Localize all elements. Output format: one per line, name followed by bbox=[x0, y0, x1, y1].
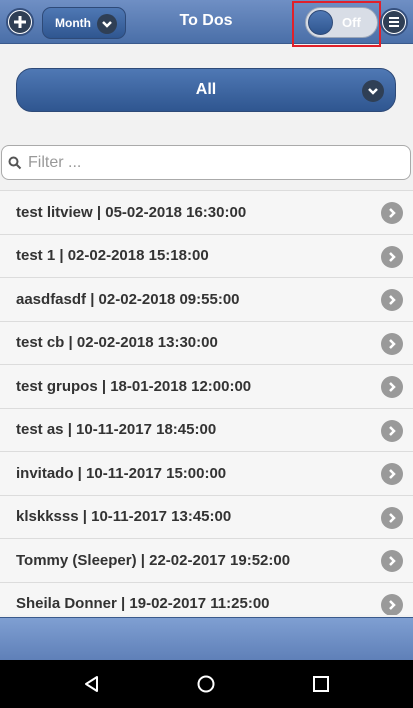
back-icon[interactable] bbox=[80, 672, 104, 696]
filter-input[interactable] bbox=[28, 147, 403, 178]
list-item-label: test cb | 02-02-2018 13:30:00 bbox=[16, 334, 218, 352]
list-item[interactable]: test litview | 05-02-2018 16:30:00 bbox=[0, 190, 413, 234]
list-item[interactable]: Tommy (Sleeper) | 22-02-2017 19:52:00 bbox=[0, 538, 413, 582]
chevron-right-icon bbox=[381, 376, 403, 398]
period-select[interactable]: Month bbox=[42, 7, 126, 39]
todo-list: test litview | 05-02-2018 16:30:00 test … bbox=[0, 190, 413, 615]
toggle-knob[interactable] bbox=[308, 10, 333, 35]
page-title: To Dos bbox=[179, 12, 233, 29]
chevron-right-icon bbox=[381, 463, 403, 485]
list-item-label: Tommy (Sleeper) | 22-02-2017 19:52:00 bbox=[16, 551, 291, 569]
home-icon[interactable] bbox=[194, 672, 218, 696]
list-item[interactable]: test 1 | 02-02-2018 15:18:00 bbox=[0, 233, 413, 277]
chevron-down-icon bbox=[97, 14, 117, 34]
app-footer bbox=[0, 617, 413, 660]
list-item-label: klskksss | 10-11-2017 13:45:00 bbox=[16, 508, 232, 526]
chevron-right-icon bbox=[381, 289, 403, 311]
on-off-toggle[interactable]: Off bbox=[305, 7, 378, 38]
menu-icon bbox=[383, 11, 405, 33]
list-item-label: invitado | 10-11-2017 15:00:00 bbox=[16, 464, 227, 482]
app-header: Month To Dos Off bbox=[0, 0, 413, 47]
list-item-label: test 1 | 02-02-2018 15:18:00 bbox=[16, 247, 209, 265]
list-item[interactable]: klskksss | 10-11-2017 13:45:00 bbox=[0, 494, 413, 538]
period-select-label: Month bbox=[55, 16, 91, 30]
list-item[interactable]: Sheila Donner | 19-02-2017 11:25:00 bbox=[0, 581, 413, 615]
chevron-right-icon bbox=[381, 419, 403, 442]
list-item[interactable]: invitado | 10-11-2017 15:00:00 bbox=[0, 451, 413, 495]
category-filter-label: All bbox=[195, 81, 217, 98]
search-icon bbox=[8, 156, 22, 175]
menu-button[interactable] bbox=[380, 8, 408, 36]
list-item-label: Sheila Donner | 19-02-2017 11:25:00 bbox=[16, 595, 270, 613]
list-item[interactable]: test as | 10-11-2017 18:45:00 bbox=[0, 407, 413, 451]
list-item-label: test as | 10-11-2017 18:45:00 bbox=[16, 421, 217, 439]
list-item[interactable]: test cb | 02-02-2018 13:30:00 bbox=[0, 320, 413, 364]
category-filter-select[interactable]: All bbox=[16, 68, 396, 112]
recent-apps-icon[interactable] bbox=[309, 672, 333, 696]
chevron-right-icon bbox=[381, 593, 403, 615]
chevron-right-icon bbox=[381, 245, 403, 268]
chevron-right-icon bbox=[381, 202, 403, 224]
list-item[interactable]: aasdfasdf | 02-02-2018 09:55:00 bbox=[0, 277, 413, 321]
chevron-right-icon bbox=[381, 332, 403, 355]
chevron-right-icon bbox=[381, 550, 403, 572]
toggle-label: Off bbox=[342, 15, 361, 30]
list-item[interactable]: test grupos | 18-01-2018 12:00:00 bbox=[0, 364, 413, 408]
list-item-label: aasdfasdf | 02-02-2018 09:55:00 bbox=[16, 290, 240, 308]
filter-search-box bbox=[1, 145, 411, 180]
list-item-label: test grupos | 18-01-2018 12:00:00 bbox=[16, 377, 252, 395]
plus-icon bbox=[9, 11, 31, 33]
chevron-down-icon bbox=[362, 80, 384, 102]
list-item-label: test litview | 05-02-2018 16:30:00 bbox=[16, 203, 247, 221]
chevron-right-icon bbox=[381, 506, 403, 529]
add-button[interactable] bbox=[6, 8, 34, 36]
system-nav-bar bbox=[0, 660, 413, 708]
